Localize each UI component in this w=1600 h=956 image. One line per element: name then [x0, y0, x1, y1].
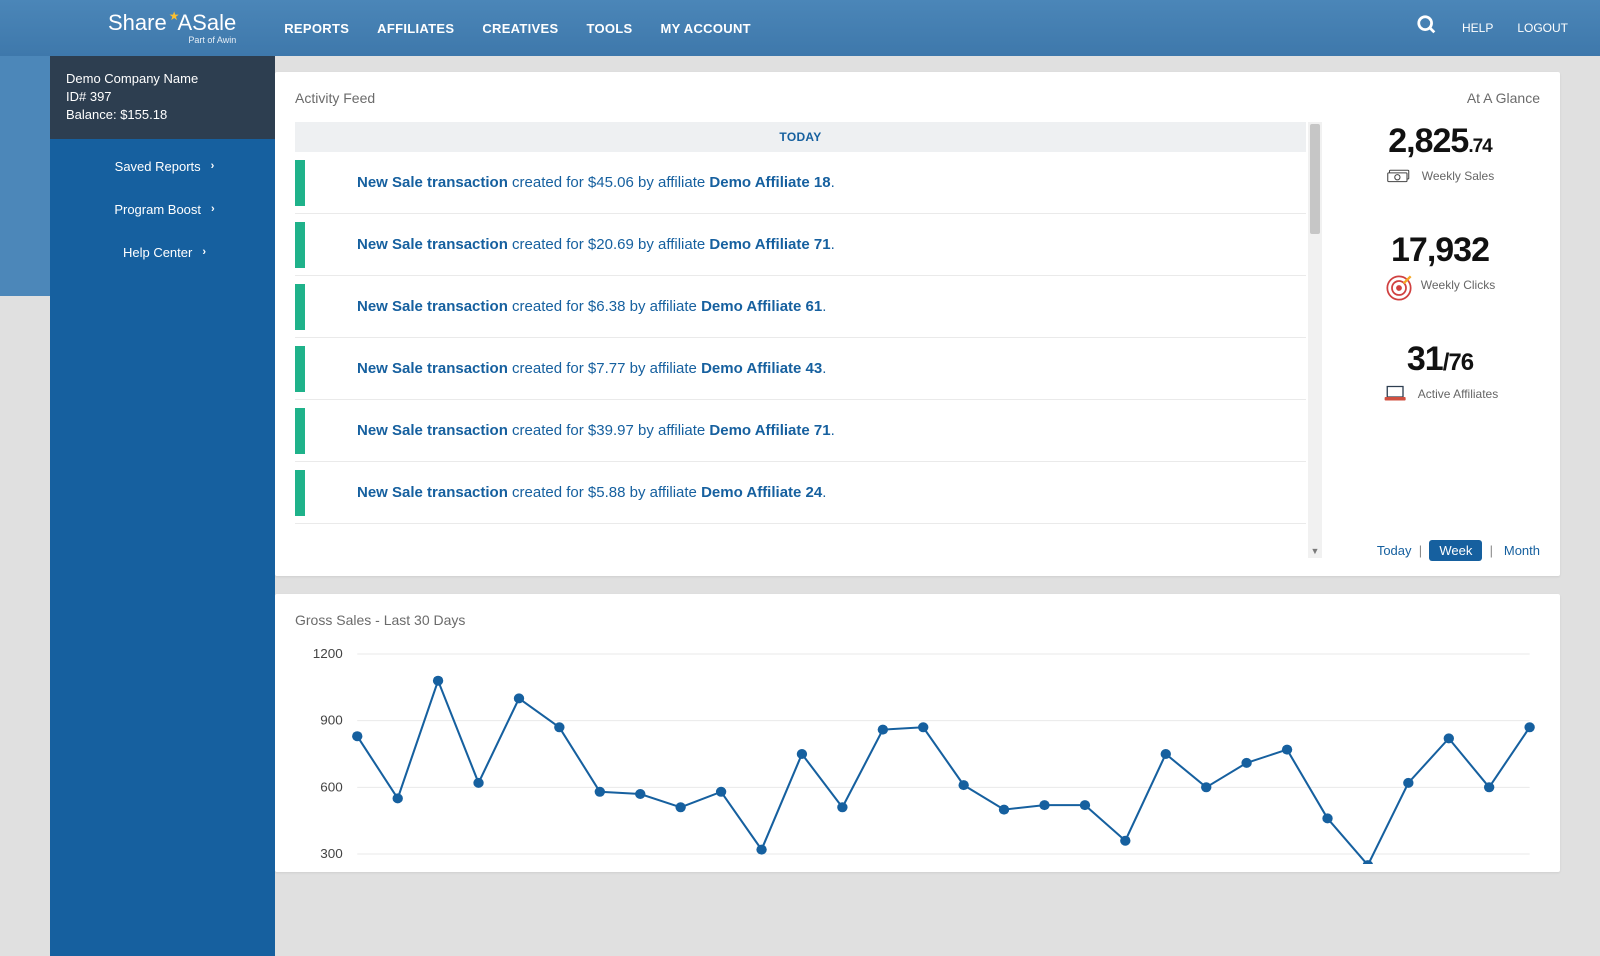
- target-icon: [1385, 274, 1413, 296]
- metric-label: Weekly Sales: [1422, 169, 1494, 183]
- feed-scrollbar[interactable]: ▼: [1308, 122, 1322, 558]
- chevron-right-icon: ›: [211, 160, 215, 172]
- sidebar-item-label: Help Center: [123, 245, 192, 260]
- feed-item[interactable]: New Sale transaction created for $20.69 …: [295, 214, 1306, 276]
- feed-text: New Sale transaction created for $39.97 …: [357, 422, 835, 439]
- laptop-icon: [1382, 383, 1410, 405]
- logo-text-1: Share: [108, 12, 167, 34]
- activity-glance-panel: Activity Feed TODAY New Sale transaction…: [275, 72, 1560, 576]
- feed-accent: [295, 160, 305, 206]
- at-a-glance-title: At A Glance: [1340, 90, 1540, 106]
- feed-accent: [295, 284, 305, 330]
- period-selector: Today | Week | Month: [1340, 543, 1540, 558]
- svg-text:1200: 1200: [313, 646, 343, 661]
- nav-reports[interactable]: REPORTS: [284, 21, 349, 36]
- gross-sales-chart: 300 600 900 1200: [295, 644, 1540, 864]
- sidebar-item-saved-reports[interactable]: Saved Reports ›: [50, 145, 275, 188]
- feed-text: New Sale transaction created for $6.38 b…: [357, 298, 826, 315]
- metric-decimal: .74: [1468, 136, 1491, 157]
- nav-affiliates[interactable]: AFFILIATES: [377, 21, 454, 36]
- nav-tools[interactable]: TOOLS: [586, 21, 632, 36]
- logo-subtext: Part of Awin: [188, 36, 236, 45]
- scroll-down-icon[interactable]: ▼: [1311, 546, 1320, 556]
- feed-accent: [295, 222, 305, 268]
- sidebar-item-label: Saved Reports: [115, 159, 201, 174]
- svg-text:300: 300: [320, 846, 342, 861]
- svg-text:600: 600: [320, 780, 342, 795]
- sidebar-item-help-center[interactable]: Help Center ›: [50, 231, 275, 274]
- chevron-right-icon: ›: [211, 203, 215, 215]
- metric-total: /76: [1443, 349, 1473, 376]
- activity-feed-list: TODAY New Sale transaction created for $…: [295, 122, 1322, 558]
- feed-text: New Sale transaction created for $20.69 …: [357, 236, 835, 253]
- logo-text-2: A: [177, 12, 192, 34]
- nav-creatives[interactable]: CREATIVES: [482, 21, 558, 36]
- feed-item[interactable]: New Sale transaction created for $5.88 b…: [295, 462, 1306, 524]
- chart-title: Gross Sales - Last 30 Days: [295, 612, 1540, 628]
- star-icon: ★: [169, 10, 180, 22]
- feed-item[interactable]: New Sale transaction created for $39.97 …: [295, 400, 1306, 462]
- feed-accent: [295, 470, 305, 516]
- logout-link[interactable]: LOGOUT: [1517, 21, 1568, 35]
- feed-accent: [295, 408, 305, 454]
- metric-active-affiliates: 31/76 Active Affiliates: [1340, 340, 1540, 405]
- activity-feed-title: Activity Feed: [295, 90, 1322, 106]
- period-month[interactable]: Month: [1504, 543, 1540, 558]
- feed-item[interactable]: New Sale transaction created for $45.06 …: [295, 152, 1306, 214]
- feed-accent: [295, 346, 305, 392]
- main-nav: REPORTS AFFILIATES CREATIVES TOOLS MY AC…: [284, 21, 751, 36]
- brand-logo[interactable]: Share★ASale Part of Awin: [108, 12, 236, 45]
- company-balance: Balance: $155.18: [66, 106, 259, 124]
- scroll-thumb[interactable]: [1310, 124, 1320, 234]
- nav-my-account[interactable]: MY ACCOUNT: [661, 21, 751, 36]
- svg-text:900: 900: [320, 713, 342, 728]
- company-id: ID# 397: [66, 88, 259, 106]
- feed-item[interactable]: New Sale transaction created for $6.38 b…: [295, 276, 1306, 338]
- metric-value: 31: [1407, 340, 1443, 378]
- logo-text-3: Sale: [192, 12, 236, 34]
- help-link[interactable]: HELP: [1462, 21, 1493, 35]
- metric-label: Active Affiliates: [1418, 387, 1498, 401]
- search-icon[interactable]: [1416, 14, 1438, 42]
- feed-text: New Sale transaction created for $7.77 b…: [357, 360, 826, 377]
- today-header: TODAY: [295, 122, 1306, 152]
- company-name: Demo Company Name: [66, 70, 259, 88]
- metric-weekly-sales: 2,825.74 Weekly Sales: [1340, 122, 1540, 187]
- feed-text: New Sale transaction created for $45.06 …: [357, 174, 835, 191]
- chevron-right-icon: ›: [202, 246, 206, 258]
- cash-icon: [1386, 165, 1414, 187]
- metric-value: 17,932: [1391, 231, 1489, 269]
- metric-label: Weekly Clicks: [1421, 278, 1495, 292]
- sidebar-item-label: Program Boost: [114, 202, 201, 217]
- content-area: Activity Feed TODAY New Sale transaction…: [275, 56, 1560, 900]
- gross-sales-panel: Gross Sales - Last 30 Days 300 600 900 1200: [275, 594, 1560, 872]
- top-header: Share★ASale Part of Awin REPORTS AFFILIA…: [0, 0, 1600, 56]
- period-week[interactable]: Week: [1429, 540, 1482, 561]
- feed-text: New Sale transaction created for $5.88 b…: [357, 484, 826, 501]
- company-summary: Demo Company Name ID# 397 Balance: $155.…: [50, 56, 275, 139]
- feed-item[interactable]: New Sale transaction created for $7.77 b…: [295, 338, 1306, 400]
- sidebar-item-program-boost[interactable]: Program Boost ›: [50, 188, 275, 231]
- sidebar: Demo Company Name ID# 397 Balance: $155.…: [50, 56, 275, 956]
- metric-value: 2,825: [1388, 122, 1468, 160]
- period-today[interactable]: Today: [1377, 543, 1412, 558]
- metric-weekly-clicks: 17,932 Weekly Clicks: [1340, 231, 1540, 296]
